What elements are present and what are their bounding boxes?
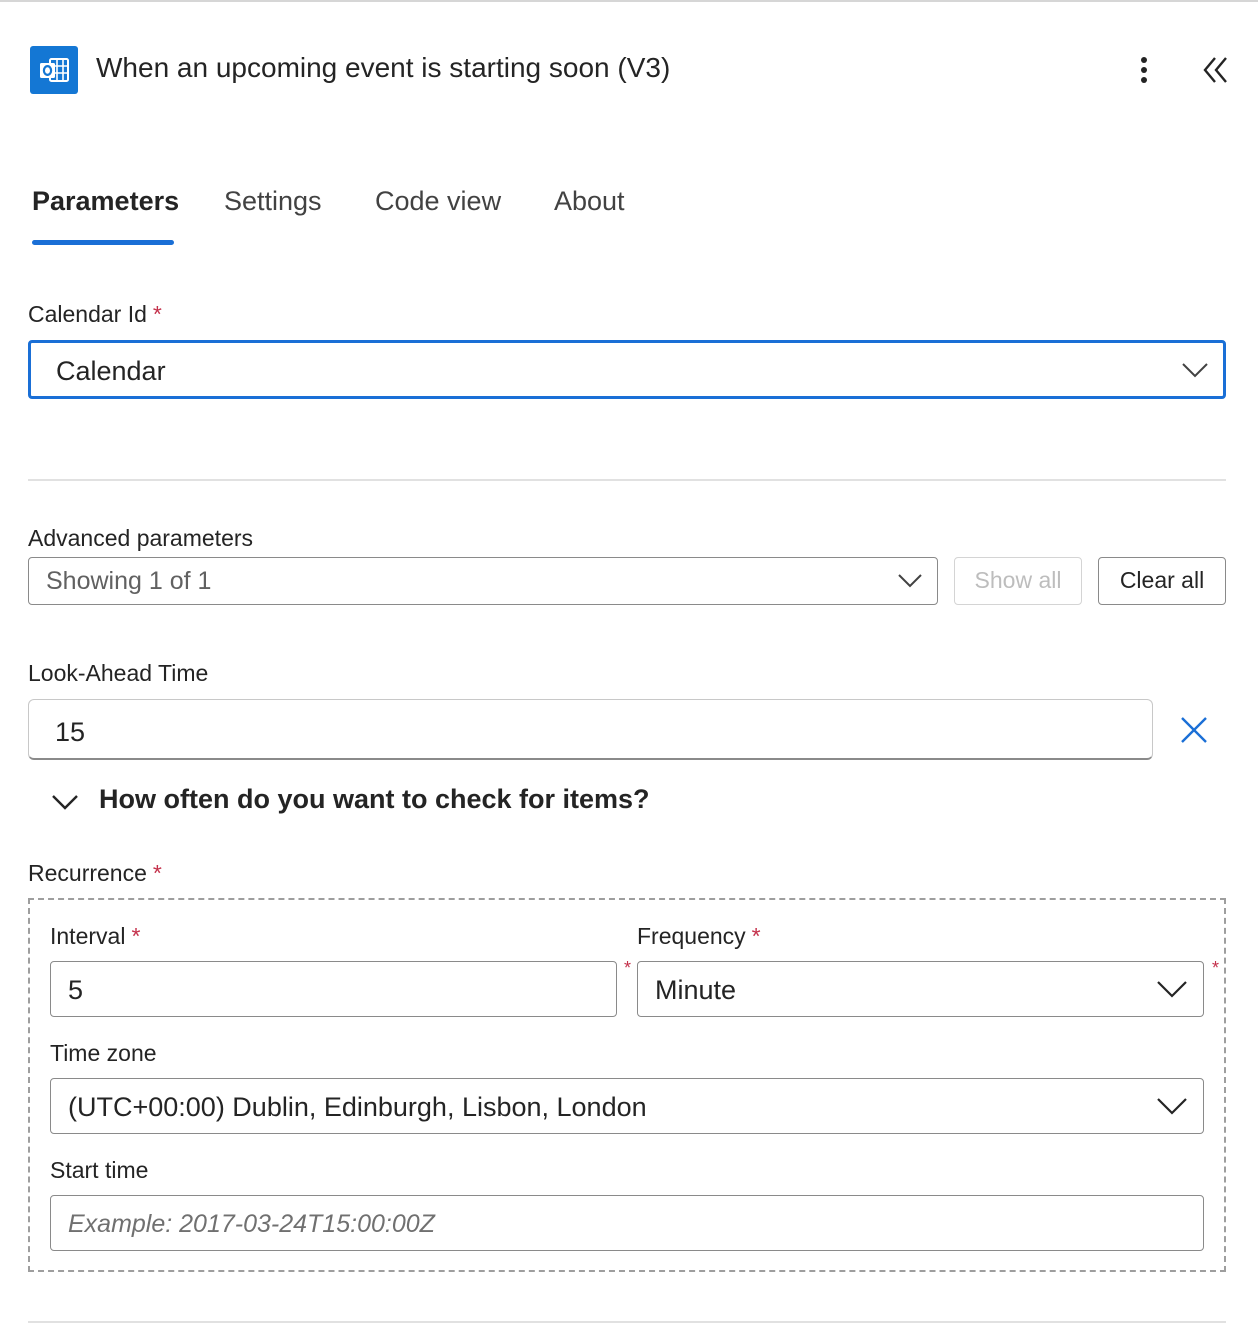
advanced-parameters-select[interactable]: Showing 1 of 1 — [28, 557, 938, 605]
calendar-id-dropdown[interactable]: Calendar — [28, 340, 1226, 399]
start-time-input[interactable]: Example: 2017-03-24T15:00:00Z — [50, 1195, 1204, 1251]
interval-label: Interval * — [50, 923, 140, 950]
start-time-placeholder: Example: 2017-03-24T15:00:00Z — [68, 1210, 435, 1238]
active-tab-indicator — [32, 240, 174, 245]
calendar-id-value: Calendar — [56, 356, 166, 386]
close-icon — [1181, 717, 1207, 743]
calendar-id-label-text: Calendar Id — [28, 301, 147, 327]
frequency-label: Frequency * — [637, 923, 761, 950]
recurrence-label-text: Recurrence — [28, 860, 147, 886]
section-divider — [28, 479, 1226, 481]
chevron-down-icon — [1157, 1098, 1187, 1115]
frequency-label-text: Frequency — [637, 923, 746, 949]
chevron-down-icon — [1157, 981, 1187, 998]
required-marker: * — [751, 923, 761, 949]
calendar-id-label: Calendar Id * — [28, 301, 162, 328]
double-chevron-left-icon — [1203, 57, 1227, 83]
tab-about[interactable]: About — [554, 186, 625, 217]
top-border — [0, 0, 1258, 2]
required-marker: * — [624, 958, 632, 978]
advanced-parameters-value: Showing 1 of 1 — [46, 567, 212, 595]
recurrence-label: Recurrence * — [28, 860, 162, 887]
required-marker: * — [152, 860, 162, 886]
required-marker: * — [131, 923, 141, 949]
section-divider — [28, 1321, 1226, 1323]
start-time-label: Start time — [50, 1157, 149, 1183]
interval-value: 5 — [68, 975, 84, 1005]
more-options-button[interactable] — [1128, 52, 1160, 88]
time-zone-dropdown[interactable]: (UTC+00:00) Dublin, Edinburgh, Lisbon, L… — [50, 1078, 1204, 1134]
look-ahead-time-label: Look-Ahead Time — [28, 660, 209, 686]
interval-label-text: Interval — [50, 923, 126, 949]
clear-all-button[interactable]: Clear all — [1098, 557, 1226, 605]
chevron-down-icon — [1182, 363, 1208, 378]
remove-parameter-button[interactable] — [1178, 714, 1210, 746]
chevron-down-icon — [52, 795, 78, 810]
frequency-value: Minute — [655, 975, 737, 1005]
look-ahead-time-value: 15 — [55, 717, 86, 747]
show-all-button[interactable]: Show all — [954, 557, 1082, 605]
frequency-dropdown[interactable]: Minute — [637, 961, 1204, 1017]
time-zone-label: Time zone — [50, 1040, 157, 1066]
look-ahead-time-input[interactable]: 15 — [28, 699, 1153, 760]
page-title: When an upcoming event is starting soon … — [96, 52, 671, 83]
required-marker: * — [152, 301, 162, 327]
outlook-calendar-icon — [30, 46, 78, 94]
tab-code-view[interactable]: Code view — [375, 186, 501, 217]
collapse-panel-button[interactable] — [1198, 52, 1236, 88]
time-zone-value: (UTC+00:00) Dublin, Edinburgh, Lisbon, L… — [68, 1092, 647, 1122]
more-vertical-icon — [1141, 57, 1147, 83]
tab-parameters[interactable]: Parameters — [32, 186, 179, 217]
interval-input[interactable]: 5 — [50, 961, 617, 1017]
advanced-parameters-label: Advanced parameters — [28, 525, 254, 551]
chevron-down-icon — [898, 574, 922, 588]
recurrence-section-title: How often do you want to check for items… — [99, 784, 650, 814]
required-marker: * — [1212, 958, 1220, 978]
tab-settings[interactable]: Settings — [224, 186, 322, 217]
